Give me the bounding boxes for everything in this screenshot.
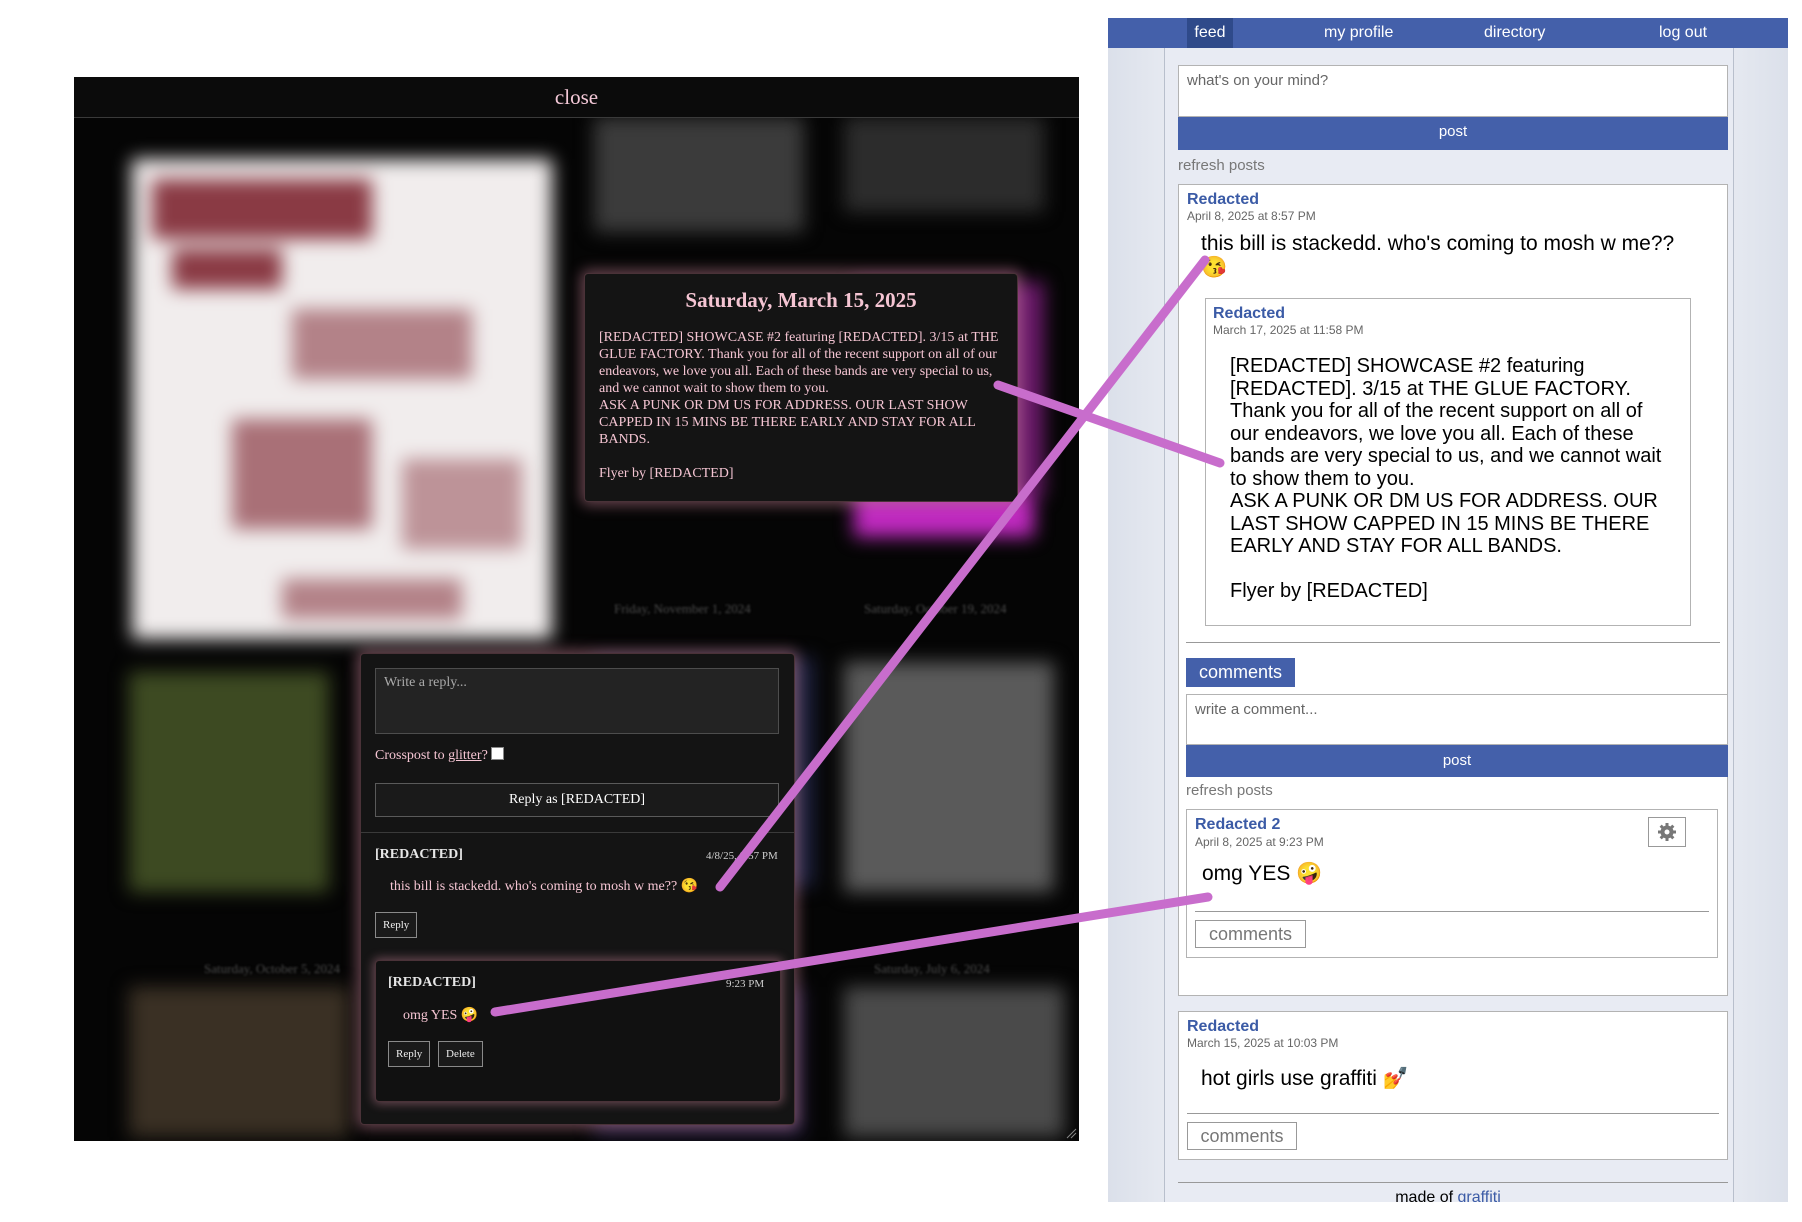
refresh-posts-link[interactable]: refresh posts xyxy=(1178,157,1265,174)
reply-as-button[interactable]: Reply as [REDACTED] xyxy=(375,783,779,817)
close-button[interactable]: close xyxy=(74,77,1079,118)
nested-reply: [REDACTED] 9:23 PM omg YES 🤪 Reply Delet… xyxy=(375,960,781,1102)
comment-text: this bill is stackedd. who's coming to m… xyxy=(390,879,699,894)
post-author[interactable]: Redacted xyxy=(1187,1018,1259,1036)
graffiti-link[interactable]: graffiti xyxy=(1457,1189,1500,1202)
app-window-left: close Friday, November 1, 2024 Saturday,… xyxy=(74,77,1079,1141)
gallery-date-label: Saturday, October 5, 2024 xyxy=(204,961,340,976)
post-text: omg YES 🤪 xyxy=(1202,862,1323,885)
refresh-posts-link[interactable]: refresh posts xyxy=(1186,782,1273,799)
event-description: [REDACTED] SHOWCASE #2 featuring [REDACT… xyxy=(599,330,999,481)
reply-button[interactable]: Reply xyxy=(375,912,418,938)
app-window-right: feed my profile directory log out what's… xyxy=(1108,18,1788,1202)
comment-author: [REDACTED] xyxy=(375,847,463,862)
post-text: hot girls use graffiti 💅 xyxy=(1201,1067,1409,1090)
comment-input[interactable]: write a comment... xyxy=(1186,694,1728,745)
flyer-image xyxy=(132,159,552,639)
comment-post-button[interactable]: post xyxy=(1186,745,1728,777)
gear-icon xyxy=(1658,823,1676,841)
comments-button[interactable]: comments xyxy=(1195,920,1306,948)
feed-post: Redacted March 15, 2025 at 10:03 PM hot … xyxy=(1178,1011,1728,1160)
gallery-date-label: Saturday, October 19, 2024 xyxy=(864,601,1007,616)
footer-text: made of xyxy=(1395,1189,1458,1202)
nav-log-out[interactable]: log out xyxy=(1659,18,1707,48)
nav-feed[interactable]: feed xyxy=(1187,18,1233,48)
nav-directory[interactable]: directory xyxy=(1484,18,1545,48)
divider xyxy=(1195,911,1709,912)
post-timestamp: March 17, 2025 at 11:58 PM xyxy=(1213,323,1364,337)
footer: made of graffiti xyxy=(1108,1189,1788,1202)
resize-handle-icon[interactable] xyxy=(1065,1127,1077,1139)
crosspost-option: Crosspost to glitter? xyxy=(375,747,504,764)
nav-my-profile[interactable]: my profile xyxy=(1324,18,1393,48)
reply-button[interactable]: Reply xyxy=(388,1041,431,1067)
comment-timestamp: 4/8/25, 8:57 PM xyxy=(706,850,778,862)
event-date-heading: Saturday, March 15, 2025 xyxy=(685,288,917,312)
comments-button[interactable]: comments xyxy=(1187,1122,1297,1150)
post-text: this bill is stackedd. who's coming to m… xyxy=(1201,232,1675,279)
post-timestamp: April 8, 2025 at 8:57 PM xyxy=(1187,209,1316,223)
comment-timestamp: 9:23 PM xyxy=(726,978,765,990)
comments-tab[interactable]: comments xyxy=(1186,658,1295,687)
crosspost-label: Crosspost to xyxy=(375,748,449,763)
event-post-popup: Saturday, March 15, 2025 [REDACTED] SHOW… xyxy=(584,273,1018,502)
divider xyxy=(1186,642,1720,643)
crosspost-checkbox[interactable] xyxy=(490,747,504,760)
status-input[interactable]: what's on your mind? xyxy=(1178,65,1728,117)
post-timestamp: March 15, 2025 at 10:03 PM xyxy=(1187,1036,1339,1050)
comment-text: omg YES 🤪 xyxy=(403,1008,479,1023)
post-timestamp: April 8, 2025 at 9:23 PM xyxy=(1195,835,1324,849)
top-nav: feed my profile directory log out xyxy=(1108,18,1788,48)
crosspost-suffix: ? xyxy=(481,748,488,763)
reply-textarea[interactable]: Write a reply... xyxy=(375,668,779,734)
settings-button[interactable] xyxy=(1648,817,1686,847)
post-author[interactable]: Redacted 2 xyxy=(1195,816,1280,834)
delete-button[interactable]: Delete xyxy=(438,1041,483,1067)
post-author[interactable]: Redacted xyxy=(1187,191,1259,209)
glitter-link[interactable]: glitter xyxy=(448,748,481,763)
post-author[interactable]: Redacted xyxy=(1213,305,1285,323)
comment-card: Redacted 2 April 8, 2025 at 9:23 PM omg … xyxy=(1186,809,1718,958)
divider xyxy=(1178,1182,1728,1183)
gallery-date-label: Friday, November 1, 2024 xyxy=(614,601,751,616)
quoted-post: Redacted March 17, 2025 at 11:58 PM [RED… xyxy=(1205,298,1691,626)
divider xyxy=(361,832,794,833)
comment-author: [REDACTED] xyxy=(388,975,476,990)
post-button[interactable]: post xyxy=(1178,117,1728,150)
quoted-post-text: [REDACTED] SHOWCASE #2 featuring [REDACT… xyxy=(1230,355,1662,602)
gallery-date-label: Saturday, July 6, 2024 xyxy=(874,961,990,976)
reply-thread-popup: Write a reply... Crosspost to glitter? R… xyxy=(360,653,795,1125)
divider xyxy=(1187,1113,1719,1114)
